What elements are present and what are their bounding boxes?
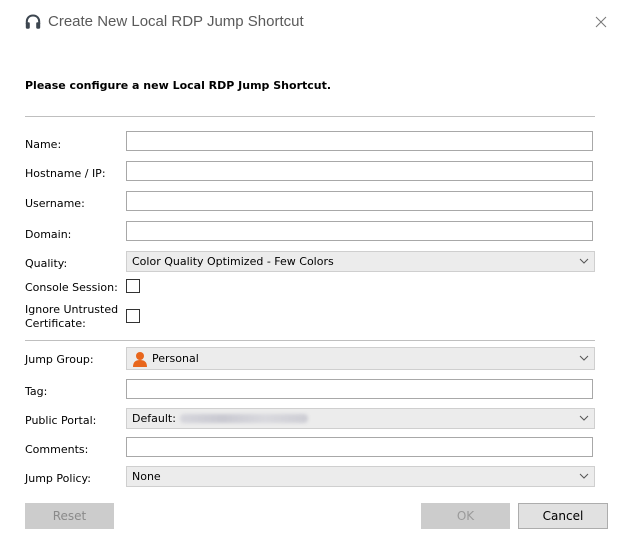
tag-label: Tag: xyxy=(25,385,48,398)
ok-button[interactable]: OK xyxy=(421,503,510,529)
divider xyxy=(25,116,595,117)
close-button[interactable] xyxy=(588,9,614,35)
jump-group-label: Jump Group: xyxy=(25,353,94,366)
hostname-label: Hostname / IP: xyxy=(25,167,106,180)
person-icon xyxy=(133,351,147,367)
quality-select[interactable]: Color Quality Optimized - Few Colors xyxy=(126,251,595,272)
close-icon xyxy=(595,16,607,28)
username-label: Username: xyxy=(25,197,85,210)
reset-button[interactable]: Reset xyxy=(25,503,114,529)
jump-policy-label: Jump Policy: xyxy=(25,472,91,485)
public-portal-label: Public Portal: xyxy=(25,414,97,427)
jump-group-value: Personal xyxy=(152,352,199,365)
chevron-down-icon xyxy=(579,473,589,479)
console-session-label: Console Session: xyxy=(25,281,118,294)
domain-input[interactable] xyxy=(126,221,593,241)
chevron-down-icon xyxy=(579,355,589,361)
window-title: Create New Local RDP Jump Shortcut xyxy=(48,13,304,30)
name-label: Name: xyxy=(25,138,62,151)
hostname-input[interactable] xyxy=(126,161,593,181)
chevron-down-icon xyxy=(579,258,589,264)
ignore-certificate-label-line2: Certificate: xyxy=(25,317,86,330)
jump-group-select[interactable]: Personal xyxy=(126,347,595,370)
public-portal-value: Default: xyxy=(132,412,176,425)
cancel-button[interactable]: Cancel xyxy=(518,503,608,529)
tag-input[interactable] xyxy=(126,379,593,399)
headset-icon xyxy=(25,14,41,29)
username-input[interactable] xyxy=(126,191,593,211)
redacted-portal-name xyxy=(179,414,308,423)
divider xyxy=(25,340,595,341)
ignore-certificate-label-line1: Ignore Untrusted xyxy=(25,303,119,316)
public-portal-select[interactable]: Default: xyxy=(126,408,595,429)
chevron-down-icon xyxy=(579,415,589,421)
name-input[interactable] xyxy=(126,131,593,151)
console-session-checkbox[interactable] xyxy=(126,279,140,293)
jump-policy-select[interactable]: None xyxy=(126,466,595,487)
domain-label: Domain: xyxy=(25,228,72,241)
quality-label: Quality: xyxy=(25,257,68,270)
quality-value: Color Quality Optimized - Few Colors xyxy=(132,255,334,268)
dialog-heading: Please configure a new Local RDP Jump Sh… xyxy=(25,79,332,92)
jump-policy-value: None xyxy=(132,470,161,483)
ignore-certificate-checkbox[interactable] xyxy=(126,309,140,323)
comments-label: Comments: xyxy=(25,443,89,456)
title-bar: Create New Local RDP Jump Shortcut xyxy=(0,0,622,46)
comments-input[interactable] xyxy=(126,437,593,457)
